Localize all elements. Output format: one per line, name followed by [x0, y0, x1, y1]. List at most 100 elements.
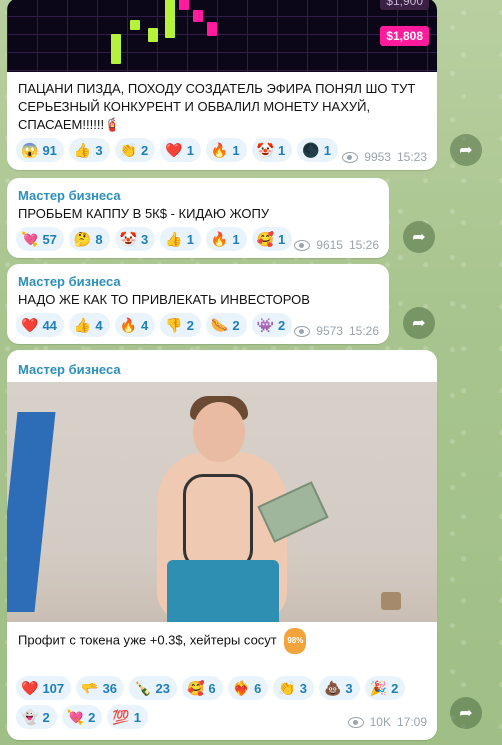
reaction-8[interactable]: 🎉 2	[364, 676, 406, 700]
reaction-count: 3	[345, 680, 353, 696]
candle-green-2	[130, 20, 140, 30]
reaction-emoji: 🌑	[302, 141, 320, 158]
view-count: 9573	[316, 324, 343, 338]
reaction-5[interactable]: 🌭 2	[205, 313, 247, 337]
reaction-2[interactable]: 🤔 8	[68, 227, 110, 251]
price-label-2: $1,808	[380, 26, 429, 46]
reactions: 💘 57 🤔 8 🤡 3 👍 1 🔥 1 🥰 1	[16, 227, 293, 251]
reaction-count: 1	[186, 231, 194, 247]
reaction-3[interactable]: 🔥 4	[114, 313, 156, 337]
reaction-emoji: 🔥	[210, 141, 229, 158]
message-author[interactable]: Мастер бизнеса	[18, 188, 121, 203]
reaction-7[interactable]: 💩 3	[318, 676, 360, 700]
reaction-3[interactable]: 👏 2	[114, 138, 156, 162]
message-author[interactable]: Мастер бизнеса	[18, 362, 121, 377]
reactions: 😱 91 👍 3 👏 2 ❤️ 1 🔥 1 🤡 1 🌑 1	[16, 138, 338, 162]
reaction-4[interactable]: 🥰 6	[181, 676, 223, 700]
reaction-11[interactable]: 💯 1	[107, 705, 149, 729]
reaction-count: 1	[133, 709, 142, 725]
reaction-5[interactable]: ❤️‍🔥 6	[227, 676, 269, 700]
reaction-9[interactable]: 👻 2	[16, 705, 57, 729]
blue-shorts	[167, 560, 279, 622]
reaction-count: 91	[42, 142, 57, 158]
message-meta: 9953 15:23	[342, 150, 427, 164]
reaction-4[interactable]: 👍 1	[160, 227, 201, 251]
eye-icon	[347, 716, 364, 728]
chart-image[interactable]: $1,900 $1,808	[7, 0, 437, 72]
candle-pink-1	[179, 0, 189, 10]
reaction-emoji: 🌭	[210, 316, 229, 333]
reaction-7[interactable]: 🌑 1	[297, 138, 338, 162]
message-meta: 9615 15:26	[294, 238, 379, 252]
reaction-emoji: 🎉	[369, 679, 388, 696]
reaction-6[interactable]: 👾 2	[251, 313, 293, 337]
share-arrow-icon: ➦	[459, 142, 473, 159]
person-head	[193, 402, 245, 462]
view-count: 9615	[316, 238, 343, 252]
reaction-count: 1	[278, 142, 286, 158]
share-button[interactable]: ➦	[403, 307, 435, 339]
reaction-count: 2	[278, 317, 286, 333]
share-arrow-icon: ➦	[459, 705, 473, 722]
reaction-1[interactable]: ❤️ 107	[16, 676, 72, 700]
reaction-emoji: 🫳	[81, 679, 99, 696]
reaction-emoji: 💘	[66, 708, 85, 725]
reaction-emoji: 😱	[21, 141, 39, 158]
reaction-emoji: 🥰	[186, 679, 205, 696]
reaction-emoji: 💩	[323, 679, 342, 696]
view-count: 9953	[364, 150, 391, 164]
reaction-1[interactable]: ❤️ 44	[16, 313, 64, 337]
share-arrow-icon: ➦	[412, 315, 426, 332]
reaction-emoji: 🔥	[210, 230, 229, 247]
share-button[interactable]: ➦	[403, 221, 435, 253]
reaction-emoji: 👏	[119, 141, 138, 158]
reaction-5[interactable]: 🔥 1	[205, 227, 247, 251]
reaction-emoji: 🤔	[73, 230, 92, 247]
reaction-emoji: 👾	[256, 316, 275, 333]
reaction-count: 2	[42, 709, 50, 725]
reaction-1[interactable]: 💘 57	[16, 227, 64, 251]
message-4: Мастер бизнеса Профит с токена уже +0.3$…	[7, 350, 437, 740]
share-button[interactable]: ➦	[450, 134, 482, 166]
photo[interactable]	[7, 382, 437, 622]
reaction-count: 6	[208, 680, 216, 696]
price-label-1: $1,900	[380, 0, 429, 10]
reaction-10[interactable]: 💘 2	[61, 705, 103, 729]
reaction-count: 1	[323, 142, 331, 158]
reaction-6[interactable]: 🥰 1	[251, 227, 293, 251]
reaction-count: 1	[186, 142, 194, 158]
reaction-2[interactable]: 🫳 36	[76, 676, 125, 700]
reaction-2[interactable]: 👍 4	[68, 313, 110, 337]
reaction-count: 3	[95, 142, 103, 158]
reaction-6[interactable]: 🤡 1	[251, 138, 293, 162]
message-meta: 9573 15:26	[294, 324, 379, 338]
reaction-count: 1	[278, 231, 286, 247]
reaction-count: 3	[141, 231, 149, 247]
reaction-count: 2	[391, 680, 399, 696]
reaction-count: 57	[42, 231, 57, 247]
reaction-count: 44	[42, 317, 57, 333]
reaction-3[interactable]: 🍾 23	[129, 676, 177, 700]
reaction-count: 1	[232, 231, 240, 247]
reaction-count: 2	[232, 317, 240, 333]
message-text: ПРОБЬЕМ КАППУ В 5К$ - КИДАЮ ЖОПУ	[18, 206, 270, 221]
share-arrow-icon: ➦	[412, 229, 426, 246]
reaction-4[interactable]: 👎 2	[160, 313, 201, 337]
surfboard	[7, 412, 56, 612]
reaction-4[interactable]: ❤️ 1	[160, 138, 201, 162]
message-time: 15:23	[396, 150, 427, 164]
share-button[interactable]: ➦	[450, 697, 482, 729]
reaction-emoji: ❤️	[21, 316, 39, 333]
message-author[interactable]: Мастер бизнеса	[18, 274, 121, 289]
reaction-2[interactable]: 👍 3	[68, 138, 110, 162]
reaction-count: 8	[95, 231, 103, 247]
reaction-3[interactable]: 🤡 3	[114, 227, 156, 251]
reaction-5[interactable]: 🔥 1	[205, 138, 247, 162]
eye-icon	[294, 325, 311, 337]
reaction-1[interactable]: 😱 91	[16, 138, 64, 162]
reaction-emoji: 🤡	[119, 230, 138, 247]
percent-badge: 98%	[284, 628, 307, 654]
reaction-6[interactable]: 👏 3	[273, 676, 314, 700]
reaction-emoji: 👏	[278, 679, 296, 696]
reaction-emoji: 👎	[165, 316, 183, 333]
